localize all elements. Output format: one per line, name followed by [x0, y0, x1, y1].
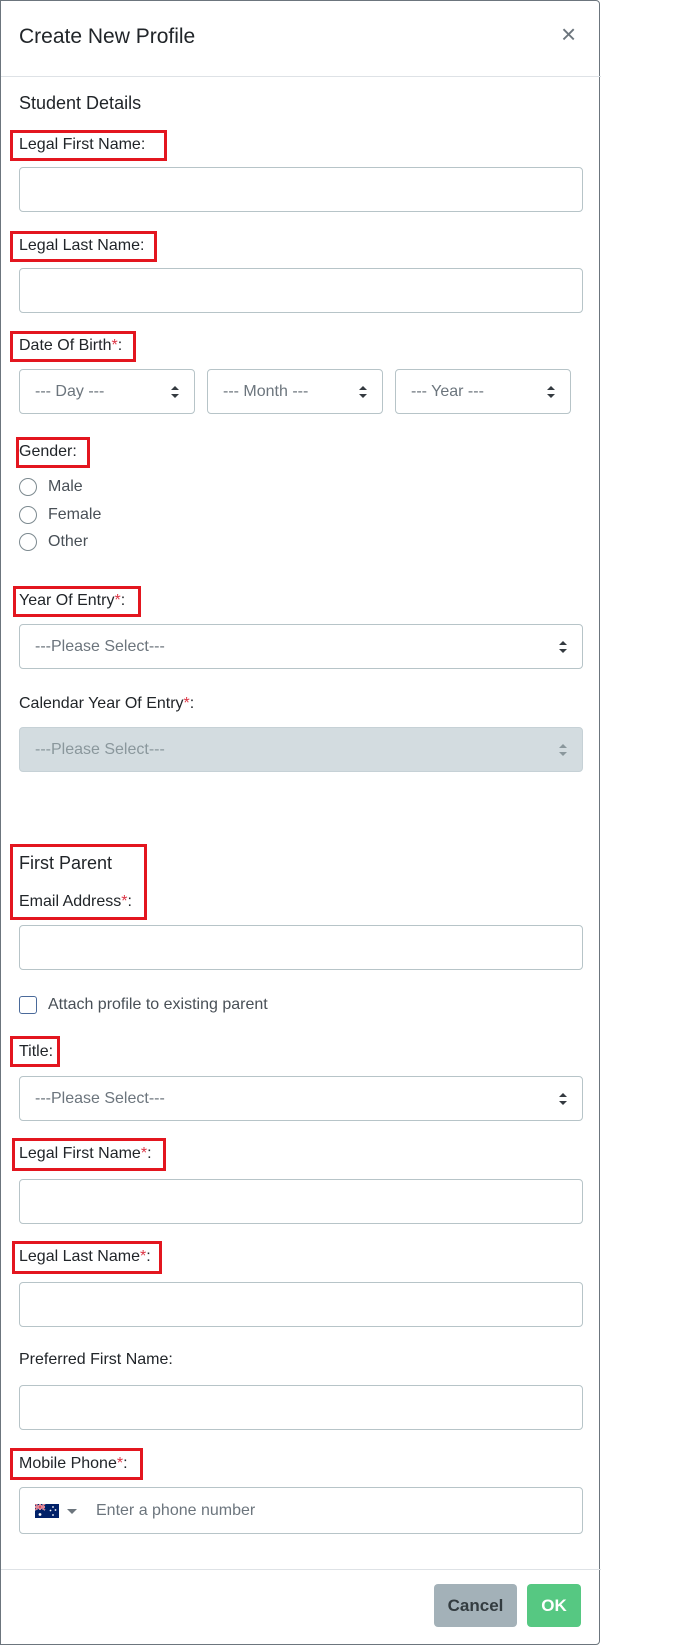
preferred-first-name-input[interactable] [19, 1385, 583, 1430]
student-first-name-input[interactable] [19, 167, 583, 212]
mobile-phone-input[interactable] [95, 1488, 566, 1533]
label-colon: : [123, 1455, 128, 1472]
gender-label: Gender: [19, 443, 77, 460]
label-colon: : [127, 893, 132, 910]
parent-last-name-input[interactable] [19, 1282, 583, 1327]
parent-first-name-label: Legal First Name*: [19, 1145, 152, 1163]
year-of-entry-label-text: Year Of Entry [19, 592, 115, 609]
dob-month-value: --- Month --- [223, 383, 309, 400]
dob-year-value: --- Year --- [411, 383, 484, 400]
mobile-phone-label: Mobile Phone*: [19, 1455, 128, 1473]
mobile-phone-label-text: Mobile Phone [19, 1455, 117, 1472]
student-first-name-label: Legal First Name: [19, 136, 146, 153]
checkbox[interactable] [19, 996, 37, 1014]
ok-button[interactable]: OK [527, 1584, 581, 1627]
label-colon: : [117, 337, 123, 354]
checkbox-label: Attach profile to existing parent [48, 996, 268, 1013]
parent-last-name-label: Legal Last Name*: [19, 1248, 151, 1266]
first-parent-heading: First Parent [19, 853, 113, 873]
year-of-entry-select[interactable]: ---Please Select--- [19, 624, 583, 669]
parent-email-input[interactable] [19, 925, 583, 970]
select-caret-icon [559, 1093, 567, 1105]
modal-title: Create New Profile [19, 25, 196, 48]
cancel-button[interactable]: Cancel [434, 1584, 517, 1627]
label-colon: : [189, 695, 195, 712]
dob-day-value: --- Day --- [35, 383, 105, 400]
parent-first-name-input[interactable] [19, 1179, 583, 1224]
parent-last-name-label-text: Legal Last Name [19, 1248, 140, 1265]
calendar-year-select: ---Please Select--- [19, 727, 583, 772]
parent-title-label: Title: [19, 1043, 54, 1060]
preferred-first-name-label: Preferred First Name: [19, 1351, 173, 1368]
select-caret-icon [559, 641, 567, 653]
dob-month-select[interactable]: --- Month --- [207, 369, 383, 414]
label-colon: : [120, 592, 126, 609]
australia-flag-icon[interactable] [35, 1504, 59, 1518]
chevron-down-icon[interactable] [67, 1509, 77, 1514]
radio-button[interactable] [19, 533, 37, 551]
attach-existing-parent-checkbox[interactable]: Attach profile to existing parent [19, 995, 319, 1019]
label-colon: : [147, 1145, 152, 1162]
student-details-heading: Student Details [19, 93, 142, 113]
radio-label: Female [48, 506, 102, 523]
modal-footer: Cancel OK [1, 1569, 601, 1646]
radio-label: Other [48, 533, 89, 550]
dob-year-select[interactable]: --- Year --- [395, 369, 571, 414]
parent-title-value: ---Please Select--- [35, 1090, 165, 1107]
dob-day-select[interactable]: --- Day --- [19, 369, 195, 414]
dob-label-text: Date Of Birth [19, 337, 112, 354]
create-profile-modal: Create New Profile × Student Details Leg… [0, 0, 601, 1646]
modal-header: Create New Profile × [1, 1, 601, 77]
radio-label: Male [48, 478, 83, 495]
student-last-name-input[interactable] [19, 268, 583, 313]
select-caret-icon [359, 386, 367, 398]
email-label-text: Email Address [19, 893, 122, 910]
calendar-year-label: Calendar Year Of Entry*: [19, 695, 194, 713]
select-caret-icon [171, 386, 179, 398]
radio-button[interactable] [19, 478, 37, 496]
student-last-name-label: Legal Last Name: [19, 237, 145, 254]
parent-first-name-label-text: Legal First Name [19, 1145, 141, 1162]
select-caret-icon [559, 744, 567, 756]
close-icon[interactable]: × [561, 21, 576, 47]
year-of-entry-value: ---Please Select--- [35, 638, 165, 655]
year-of-entry-label: Year Of Entry*: [19, 592, 125, 610]
email-label: Email Address*: [19, 893, 132, 911]
radio-button[interactable] [19, 506, 37, 524]
label-colon: : [146, 1248, 151, 1265]
parent-title-select[interactable]: ---Please Select--- [19, 1076, 583, 1121]
dob-label: Date Of Birth*: [19, 337, 122, 355]
calendar-year-label-text: Calendar Year Of Entry [19, 695, 184, 712]
mobile-phone-field [19, 1487, 583, 1534]
calendar-year-value: ---Please Select--- [35, 741, 165, 758]
select-caret-icon [547, 386, 555, 398]
